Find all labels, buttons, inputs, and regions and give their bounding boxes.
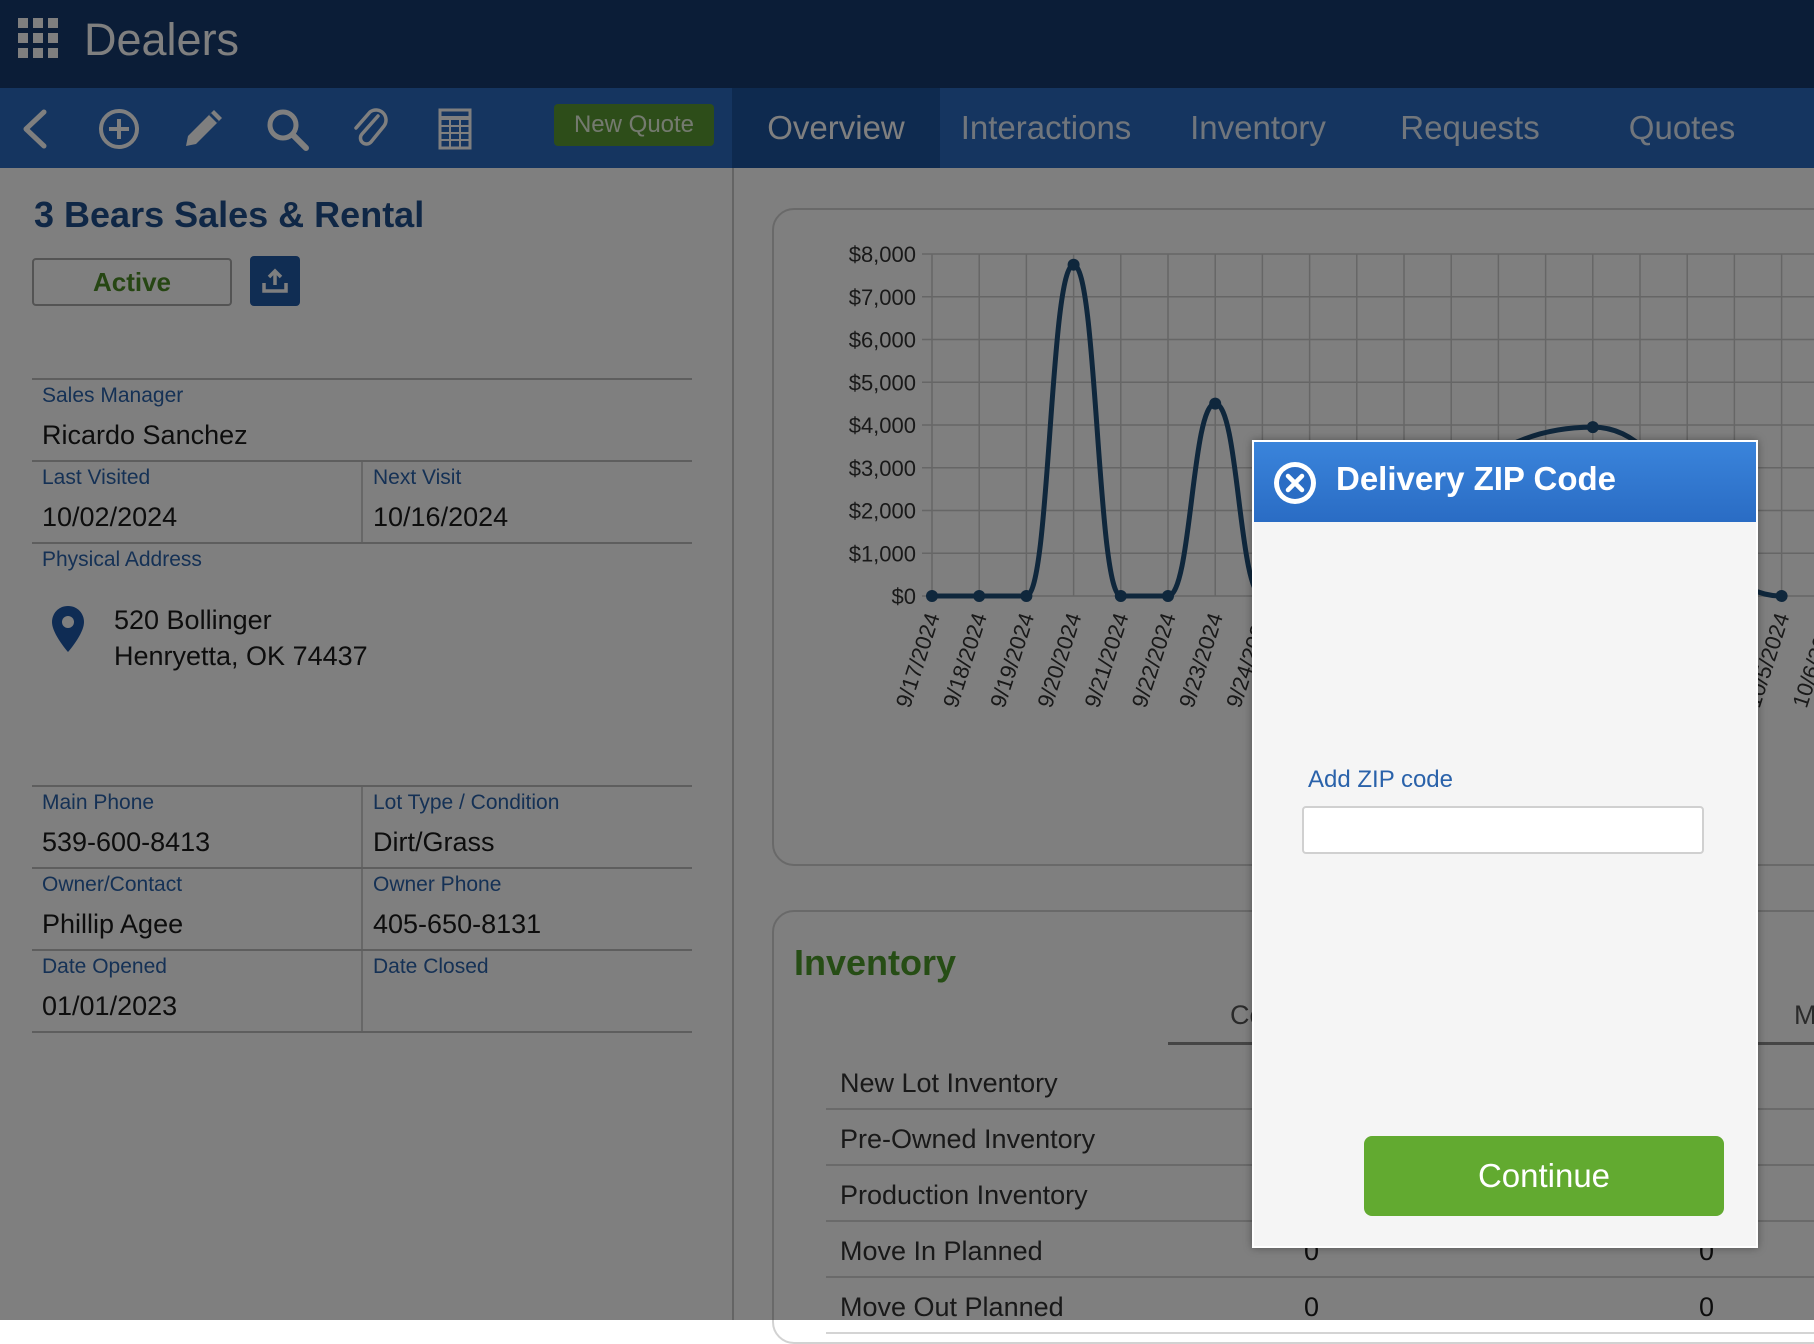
dialog-title: Delivery ZIP Code xyxy=(1336,460,1617,497)
continue-button[interactable]: Continue xyxy=(1364,1136,1724,1216)
zip-code-label: Add ZIP code xyxy=(1308,766,1453,793)
dialog-header: Delivery ZIP Code xyxy=(1254,442,1756,522)
zip-code-input[interactable] xyxy=(1302,806,1704,854)
close-circle-icon[interactable] xyxy=(1272,460,1318,506)
delivery-zip-dialog: Delivery ZIP Code Add ZIP code Continue xyxy=(1252,440,1758,1248)
